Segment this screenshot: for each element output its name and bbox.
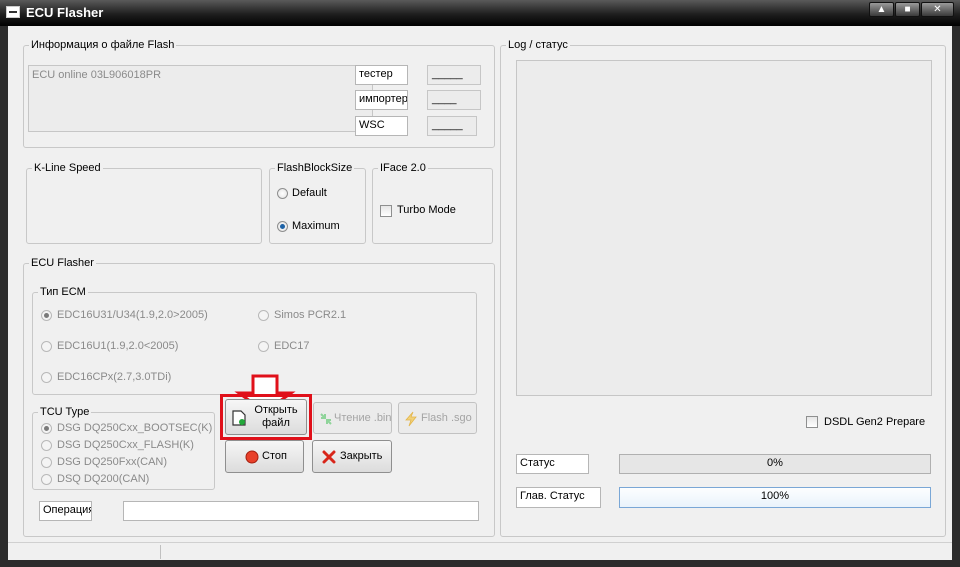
tcu-label-dq200[interactable]: DSQ DQ200(CAN) bbox=[57, 472, 149, 486]
flashblock-maximum-radio[interactable] bbox=[277, 221, 288, 232]
file-info-group: Информация о файле Flash ECU online 03L9… bbox=[23, 38, 495, 148]
lightning-icon bbox=[405, 411, 417, 427]
dsdl-gen2-label[interactable]: DSDL Gen2 Prepare bbox=[824, 415, 925, 429]
operation-field bbox=[123, 501, 479, 521]
importer-label: импортер bbox=[355, 90, 408, 110]
tcu-label-flash[interactable]: DSG DQ250Cxx_FLASH(K) bbox=[57, 438, 194, 452]
status-progress-bar: 0% bbox=[619, 454, 931, 474]
iface-group: IFace 2.0 Turbo Mode bbox=[372, 161, 493, 244]
close-button[interactable]: Закрыть bbox=[312, 440, 392, 473]
flashblock-default-label[interactable]: Default bbox=[292, 186, 327, 200]
log-area[interactable] bbox=[516, 60, 932, 396]
tcu-radio-bootsec[interactable] bbox=[41, 423, 52, 434]
ecm-radio-edc16u1[interactable] bbox=[41, 341, 52, 352]
ecm-radio-edc16cpx[interactable] bbox=[41, 372, 52, 383]
tester-value: _____ bbox=[427, 65, 481, 85]
close-icon bbox=[322, 450, 336, 464]
main-status-label: Глав. Статус bbox=[516, 487, 601, 508]
read-bin-button[interactable]: Чтение .bin bbox=[313, 402, 392, 434]
status-progress-text: 0% bbox=[767, 457, 783, 469]
tcu-label-bootsec[interactable]: DSG DQ250Cxx_BOOTSEC(K) bbox=[57, 421, 212, 435]
file-info-legend: Информация о файле Flash bbox=[29, 38, 177, 52]
close-label: Закрыть bbox=[340, 450, 383, 462]
open-file-label-line2: файл bbox=[262, 417, 290, 429]
tcu-radio-flash[interactable] bbox=[41, 440, 52, 451]
importer-value: ____ bbox=[427, 90, 481, 110]
stop-label: Стоп bbox=[262, 450, 287, 462]
maximize-button[interactable]: ■ bbox=[895, 2, 920, 17]
client-area: Информация о файле Flash ECU online 03L9… bbox=[8, 26, 952, 560]
ecu-info-text: ECU online 03L906018PR bbox=[32, 69, 162, 81]
open-file-button[interactable]: Открыть файл bbox=[225, 399, 307, 435]
flashblock-maximum-label[interactable]: Maximum bbox=[292, 219, 340, 233]
tcu-type-legend: TCU Type bbox=[38, 405, 92, 419]
log-status-group: Log / статус DSDL Gen2 Prepare Статус 0%… bbox=[500, 38, 946, 537]
stop-icon bbox=[245, 450, 259, 464]
read-arrows-icon bbox=[320, 413, 332, 425]
ecm-label-edc17[interactable]: EDC17 bbox=[274, 339, 309, 353]
ecu-info-box: ECU online 03L906018PR bbox=[28, 65, 373, 132]
log-status-legend: Log / статус bbox=[506, 38, 570, 52]
stop-button[interactable]: Стоп bbox=[225, 440, 304, 473]
window-status-bar bbox=[8, 542, 952, 561]
ecm-radio-edc16u31[interactable] bbox=[41, 310, 52, 321]
ecm-label-edc16u1[interactable]: EDC16U1(1.9,2.0<2005) bbox=[57, 339, 178, 353]
tcu-radio-dq200[interactable] bbox=[41, 474, 52, 485]
wsc-value: _____ bbox=[427, 116, 477, 136]
status-bar-divider bbox=[160, 545, 161, 559]
file-icon bbox=[232, 410, 246, 426]
iface-legend: IFace 2.0 bbox=[378, 161, 428, 175]
read-bin-label: Чтение .bin bbox=[334, 412, 392, 424]
tester-label: тестер bbox=[355, 65, 408, 85]
kline-speed-group: K-Line Speed bbox=[26, 161, 262, 244]
ecm-type-legend: Тип ECM bbox=[38, 285, 88, 299]
window-title: ECU Flasher bbox=[26, 5, 104, 20]
kline-speed-legend: K-Line Speed bbox=[32, 161, 103, 175]
minimize-button[interactable]: ▲ bbox=[869, 2, 894, 17]
flashblock-legend: FlashBlockSize bbox=[275, 161, 355, 175]
wsc-label: WSC bbox=[355, 116, 408, 136]
dsdl-gen2-checkbox[interactable] bbox=[806, 416, 818, 428]
main-status-progress-text: 100% bbox=[760, 490, 790, 502]
flash-sgo-button[interactable]: Flash .sgo bbox=[398, 402, 477, 434]
app-icon[interactable] bbox=[6, 6, 20, 18]
open-file-label-line1: Открыть bbox=[254, 404, 298, 416]
ecm-label-edc16u31[interactable]: EDC16U31/U34(1.9,2.0>2005) bbox=[57, 308, 208, 322]
turbo-mode-checkbox[interactable] bbox=[380, 205, 392, 217]
tcu-type-group: TCU Type DSG DQ250Cxx_BOOTSEC(K) DSG DQ2… bbox=[32, 405, 215, 490]
turbo-mode-label[interactable]: Turbo Mode bbox=[397, 203, 456, 217]
ecm-label-simos[interactable]: Simos PCR2.1 bbox=[274, 308, 346, 322]
flashblock-default-radio[interactable] bbox=[277, 188, 288, 199]
app-window: ECU Flasher ▲ ■ ✕ Информация о файле Fla… bbox=[0, 0, 960, 567]
main-status-progress-bar: 100% bbox=[619, 487, 931, 508]
ecu-flasher-legend: ECU Flasher bbox=[29, 256, 96, 270]
flash-sgo-label: Flash .sgo bbox=[421, 412, 472, 424]
title-bar[interactable]: ECU Flasher ▲ ■ ✕ bbox=[0, 0, 960, 26]
tcu-radio-dq250fxx[interactable] bbox=[41, 457, 52, 468]
status-label: Статус bbox=[516, 454, 589, 474]
flashblock-group: FlashBlockSize Default Maximum bbox=[269, 161, 366, 244]
tcu-label-dq250fxx[interactable]: DSG DQ250Fxx(CAN) bbox=[57, 455, 167, 469]
close-window-button[interactable]: ✕ bbox=[921, 2, 954, 17]
ecm-label-edc16cpx[interactable]: EDC16CPx(2.7,3.0TDi) bbox=[57, 370, 171, 384]
ecm-radio-simos[interactable] bbox=[258, 310, 269, 321]
ecm-radio-edc17[interactable] bbox=[258, 341, 269, 352]
operation-label: Операция bbox=[39, 501, 92, 521]
